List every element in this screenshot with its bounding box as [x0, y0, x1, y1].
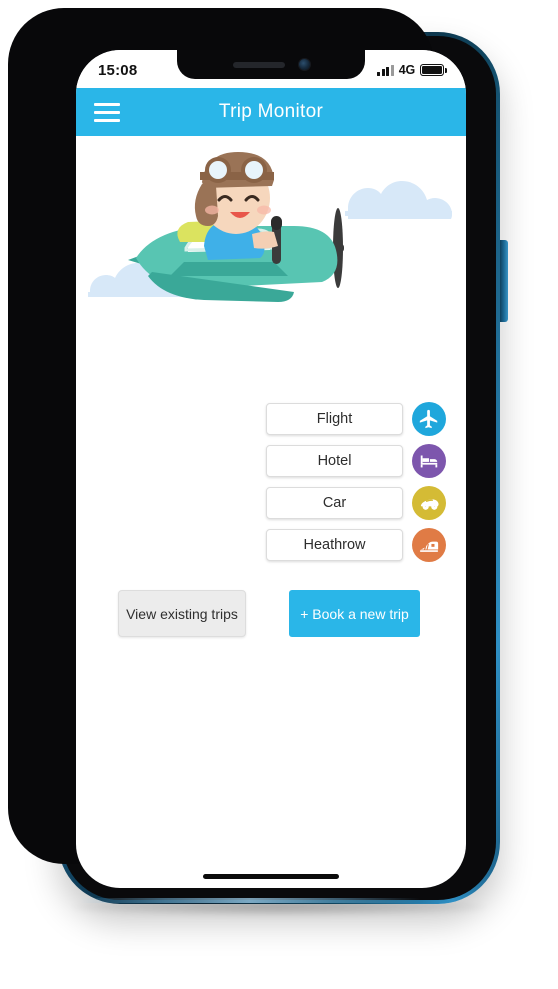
car-icon[interactable]	[412, 486, 446, 520]
hero-illustration	[76, 136, 466, 386]
book-new-trip-button[interactable]: + Book a new trip	[289, 590, 420, 637]
pilot-arm	[252, 231, 278, 249]
power-button[interactable]	[499, 240, 508, 322]
option-row-hotel: Hotel	[266, 444, 446, 478]
option-row-car: Car	[266, 486, 446, 520]
home-indicator[interactable]	[203, 874, 339, 879]
app-bar: Trip Monitor	[76, 88, 466, 136]
hotel-button[interactable]: Hotel	[266, 445, 403, 477]
car-button[interactable]: Car	[266, 487, 403, 519]
signal-bars-icon	[377, 64, 394, 76]
earpiece-speaker-icon	[232, 61, 285, 68]
cloud-right-shape	[345, 181, 452, 219]
train-icon[interactable]	[412, 528, 446, 562]
option-row-flight: Flight	[266, 402, 446, 436]
network-type-label: 4G	[398, 63, 415, 77]
bed-icon[interactable]	[412, 444, 446, 478]
action-button-group: View existing trips + Book a new trip	[76, 590, 466, 646]
flight-button[interactable]: Flight	[266, 403, 403, 435]
pilot-cheek-right	[257, 205, 271, 215]
frame-highlight-bottom	[80, 898, 420, 903]
view-existing-trips-button[interactable]: View existing trips	[118, 590, 246, 637]
airplane-icon[interactable]	[412, 402, 446, 436]
screenshot-canvas: 15:08 4G Trip Monitor Flight Hotel Car H…	[0, 0, 558, 989]
goggle-lens-left	[209, 161, 227, 179]
hamburger-menu-icon[interactable]	[94, 102, 120, 122]
option-row-heathrow: Heathrow	[266, 528, 446, 562]
battery-full-icon	[420, 64, 447, 76]
front-camera-icon	[298, 59, 310, 70]
pilot-cap-earflap	[194, 184, 218, 226]
status-bar-time: 15:08	[98, 61, 138, 79]
device-notch	[177, 50, 365, 79]
heathrow-button[interactable]: Heathrow	[266, 529, 403, 561]
goggle-lens-right	[245, 161, 263, 179]
status-bar-indicators: 4G	[377, 63, 447, 77]
phone-screen: 15:08 4G Trip Monitor Flight Hotel Car H…	[76, 50, 466, 888]
plane-upper-wing	[170, 262, 288, 276]
pilot-cheek-left	[205, 205, 219, 215]
trip-options-list: Flight Hotel Car Heathrow	[266, 402, 446, 570]
page-title: Trip Monitor	[218, 101, 324, 122]
